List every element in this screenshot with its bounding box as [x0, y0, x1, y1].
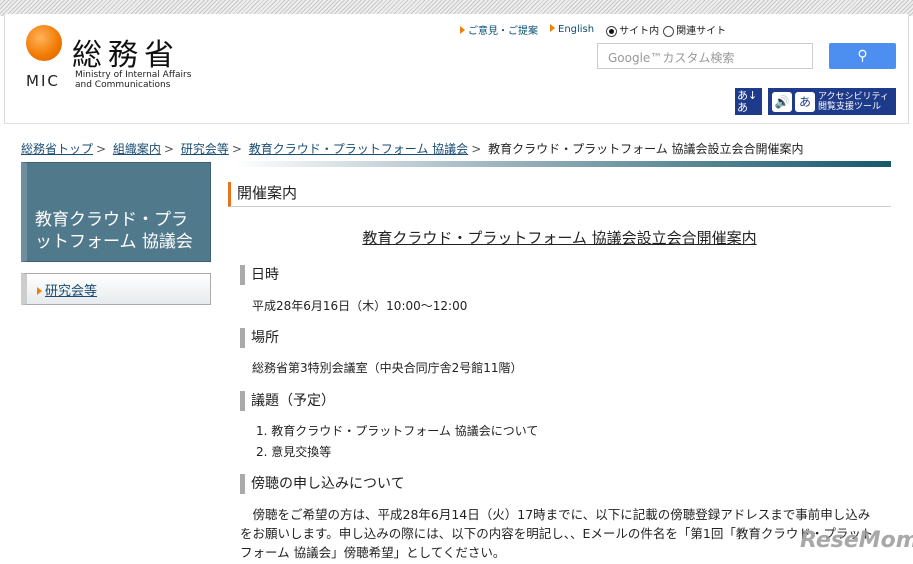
breadcrumb: 総務省トップ > 組織案内 > 研究会等 > 教育クラウド・プラットフォーム 協議会 >…: [21, 142, 804, 156]
radio-related[interactable]: 関連サイト: [663, 22, 726, 37]
logo-en-line2: and Communications: [75, 80, 171, 90]
agenda-item: 2. 意見交換等: [256, 445, 332, 459]
accessibility-tool-button[interactable]: 🔊 あアクセシビリティ 閲覧支援ツール: [768, 88, 896, 115]
place-text: 総務省第3特別会議室（中央合同庁舎2号館11階）: [252, 361, 523, 375]
feedback-link[interactable]: ご意見・ご提案: [460, 22, 538, 37]
breadcrumb-current: 教育クラウド・プラットフォーム 協議会設立会合開催案内: [488, 142, 804, 156]
english-link[interactable]: English: [550, 24, 594, 35]
arrow-icon: [460, 26, 465, 34]
feedback-label: ご意見・ご提案: [468, 26, 538, 37]
radio-site[interactable]: サイト内: [606, 22, 659, 37]
radio-site-label: サイト内: [619, 26, 660, 37]
speaker-icon: 🔊: [772, 91, 792, 112]
hiragana-icon: あ: [795, 91, 815, 112]
search-input[interactable]: Google™カスタム検索: [597, 43, 813, 69]
watermark-logo: ReseMom: [800, 528, 913, 553]
breadcrumb-council[interactable]: 教育クラウド・プラットフォーム 協議会: [249, 142, 468, 156]
radio-checked-icon: [606, 25, 618, 37]
top-links: ご意見・ご提案 English サイト内 関連サイト: [460, 22, 726, 37]
section-heading: 開催案内: [228, 182, 891, 207]
breadcrumb-top[interactable]: 総務省トップ: [21, 142, 93, 156]
sidebar-item-label[interactable]: 研究会等: [45, 284, 97, 299]
logo-en-line1: Ministry of Internal Affairs: [75, 70, 192, 80]
search-button[interactable]: ⚲: [829, 43, 896, 69]
acc-label-2: 閲覧支援ツール: [818, 101, 882, 112]
radio-related-label: 関連サイト: [676, 26, 727, 37]
agenda-heading: 議題（予定）: [240, 391, 335, 411]
logo-icon[interactable]: [26, 25, 62, 61]
page-title: 教育クラウド・プラットフォーム 協議会設立会合開催案内: [362, 229, 757, 247]
agenda-item: 1. 教育クラウド・プラットフォーム 協議会について: [256, 424, 539, 438]
accessibility-label: アクセシビリティ 閲覧支援ツール: [818, 92, 889, 112]
logo-english: Ministry of Internal Affairs and Communic…: [75, 70, 191, 90]
english-label: English: [558, 24, 595, 35]
attendance-heading: 傍聴の申し込みについて: [240, 474, 405, 494]
arrow-icon: [37, 287, 42, 295]
acc-label-1: アクセシビリティ: [818, 91, 890, 102]
arrow-icon: [550, 24, 555, 32]
place-heading: 場所: [240, 328, 279, 348]
radio-unchecked-icon: [663, 25, 675, 37]
breadcrumb-organization[interactable]: 組織案内: [113, 142, 161, 156]
date-text: 平成28年6月16日（木）10:00～12:00: [252, 299, 468, 313]
attendance-text: 傍聴をご希望の方は、平成28年6月14日（火）17時までに、以下に記載の傍聴登録…: [240, 507, 874, 560]
sidebar-title: 教育クラウド・プラットフォーム 協議会: [21, 162, 211, 262]
sidebar-item-study-groups[interactable]: 研究会等: [21, 273, 211, 305]
logo-text[interactable]: 総務省: [72, 30, 180, 74]
logo-abbr: MIC: [26, 72, 60, 90]
date-heading: 日時: [240, 265, 279, 285]
gradient-divider: [235, 161, 891, 167]
breadcrumb-study-groups[interactable]: 研究会等: [181, 142, 229, 156]
font-size-button[interactable]: あ↓あ: [735, 88, 762, 115]
search-icon: ⚲: [857, 48, 868, 64]
